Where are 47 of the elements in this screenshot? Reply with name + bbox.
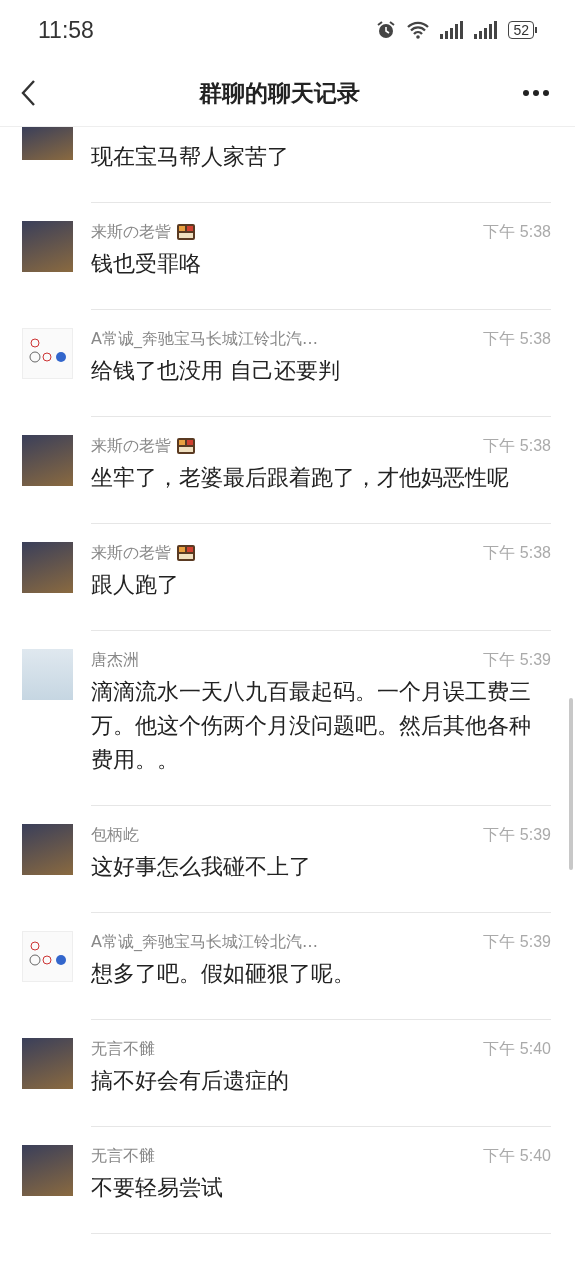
avatar-photo[interactable]	[22, 1038, 73, 1089]
sender-name: 来斯の老訾	[91, 542, 171, 564]
signal-icon	[440, 21, 465, 39]
wifi-icon	[406, 21, 431, 39]
message-time: 下午 5:39	[483, 931, 551, 952]
sender-name: 来斯の老訾	[91, 221, 171, 243]
message-time: 下午 5:38	[483, 435, 551, 456]
battery-level: 52	[508, 21, 534, 39]
message-time: 下午 5:39	[483, 824, 551, 845]
sender-name: 来斯の老訾	[91, 435, 171, 457]
message-text: 不要轻易尝试	[91, 1174, 224, 1202]
logo-avatar[interactable]	[22, 328, 73, 379]
avatar-photo[interactable]	[22, 824, 73, 875]
sender-name: A常诚_奔驰宝马长城江铃北汽…	[91, 931, 318, 953]
message-time: 下午 5:38	[483, 542, 551, 563]
message-time: 下午 5:40	[483, 1145, 551, 1166]
message-text: 现在宝马帮人家苦了	[91, 143, 290, 171]
message-text: 给钱了也没用 自己还要判	[91, 357, 341, 385]
logo-avatar[interactable]	[22, 931, 73, 982]
message-time: 下午 5:39	[483, 649, 551, 670]
back-icon[interactable]	[20, 79, 36, 107]
sender-name: 唐杰洲	[91, 649, 139, 671]
more-options-icon[interactable]	[523, 90, 549, 96]
sender-name: 无言不雠	[91, 1145, 155, 1167]
message-text: 坐牢了，老婆最后跟着跑了，才他妈恶性呢	[91, 464, 510, 492]
message-text: 滴滴流水一天八九百最起码。一个月误工费三万。他这个伤两个月没问题吧。然后其他各种费用。。	[91, 678, 532, 774]
clock-time: 11:58	[38, 16, 94, 44]
message-time: 下午 5:40	[483, 1038, 551, 1059]
message-time: 下午 5:38	[483, 328, 551, 349]
sender-name: A常诚_奔驰宝马长城江铃北汽…	[91, 328, 318, 350]
sender-name: 包柄屹	[91, 824, 139, 846]
message-text: 钱也受罪咯	[91, 250, 202, 278]
avatar-photo[interactable]	[22, 127, 73, 160]
message-time: 下午 5:38	[483, 221, 551, 242]
chat-title: 群聊的聊天记录	[199, 78, 360, 108]
avatar-photo[interactable]	[22, 649, 73, 700]
avatar-photo[interactable]	[22, 221, 73, 272]
message-text: 跟人跑了	[91, 571, 180, 599]
message-text: 想多了吧。假如砸狠了呢。	[91, 960, 356, 988]
avatar-photo[interactable]	[22, 542, 73, 593]
signal-icon	[474, 21, 499, 39]
avatar-photo[interactable]	[22, 435, 73, 486]
message-text: 搞不好会有后遗症的	[91, 1067, 290, 1095]
sender-name: 无言不雠	[91, 1038, 155, 1060]
avatar-photo[interactable]	[22, 1145, 73, 1196]
alarm-clock-icon	[376, 20, 397, 40]
message-text: 这好事怎么我碰不上了	[91, 853, 312, 881]
